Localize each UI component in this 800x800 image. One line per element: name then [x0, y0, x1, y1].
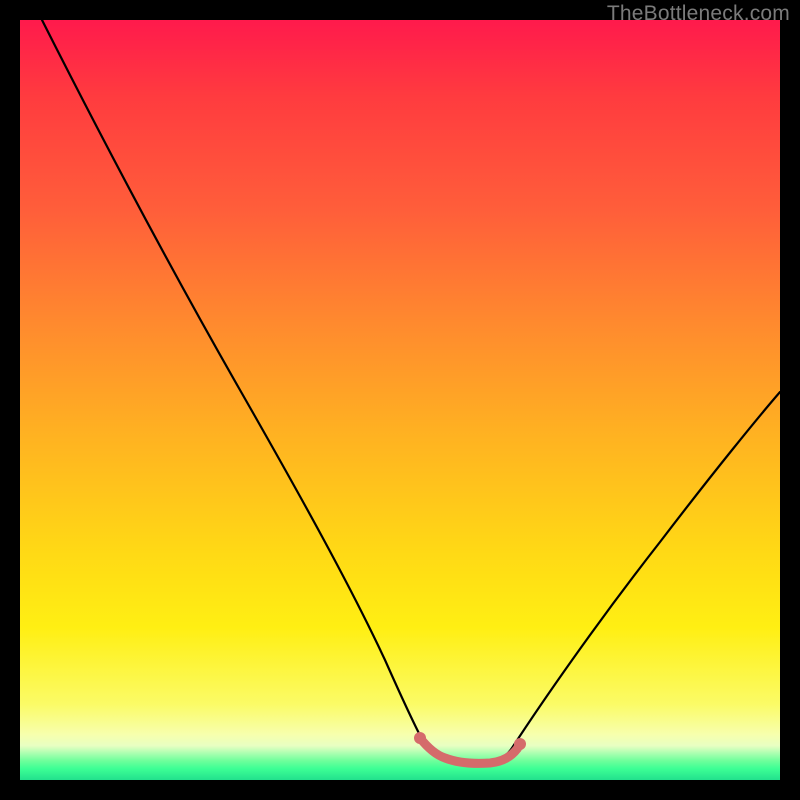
- bottleneck-curve: [42, 20, 780, 762]
- chart-svg: [20, 20, 780, 780]
- chart-frame: TheBottleneck.com: [0, 0, 800, 800]
- optimal-highlight: [414, 732, 526, 763]
- plot-area: [20, 20, 780, 780]
